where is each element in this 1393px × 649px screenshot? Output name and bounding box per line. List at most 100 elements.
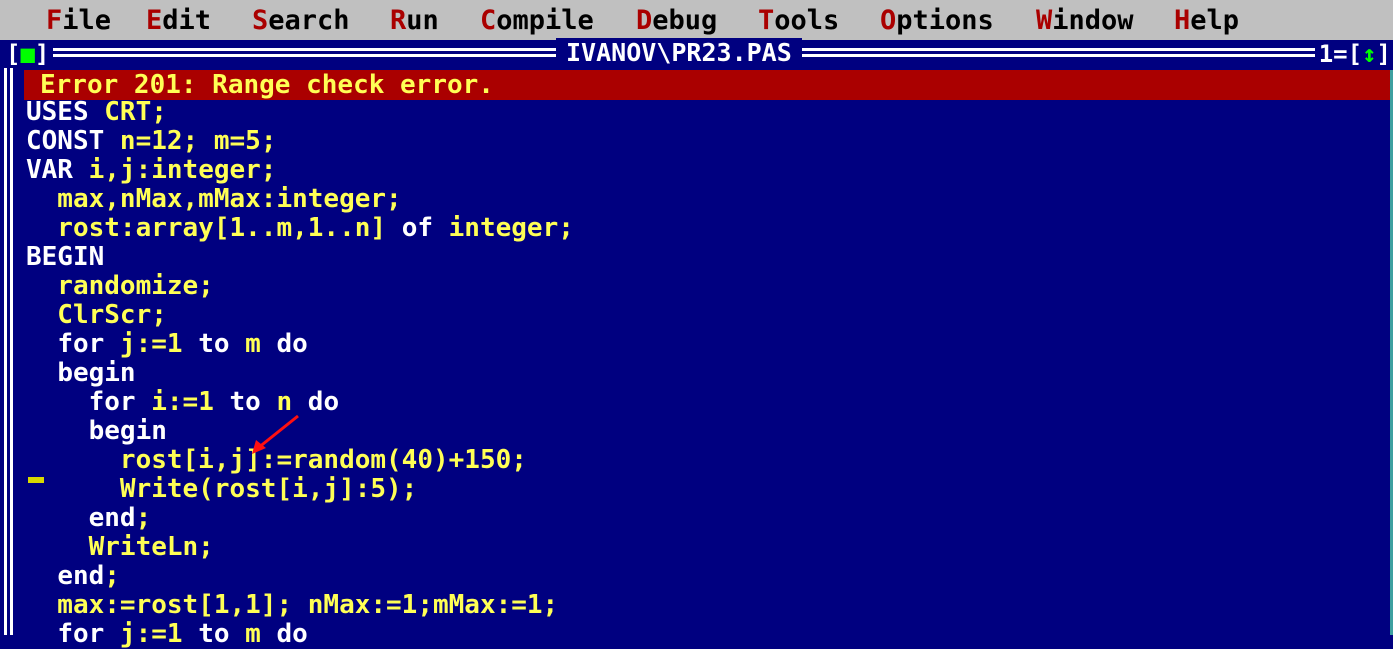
menu-run[interactable]: Run xyxy=(390,6,439,36)
code-keyword: USES xyxy=(26,97,89,127)
frame-left-border xyxy=(4,48,13,635)
code-line: randomize; xyxy=(26,272,214,301)
menu-help[interactable]: Help xyxy=(1174,6,1239,36)
close-box-icon: ■ xyxy=(20,40,35,68)
close-bracket-right: ] xyxy=(34,40,50,68)
menu-label: indow xyxy=(1052,5,1134,36)
code-line: begin xyxy=(26,358,136,388)
error-message: Error 201: Range check error. xyxy=(40,70,494,100)
code-keyword: begin xyxy=(88,416,167,446)
menu-label: elp xyxy=(1190,5,1240,36)
zoom-button[interactable]: 1=[↕] xyxy=(1314,40,1393,68)
code-keyword: CONST xyxy=(26,126,105,156)
error-message-bar: Error 201: Range check error. xyxy=(24,70,1390,100)
code-text: j:=1 xyxy=(104,329,199,359)
code-line: Write(rost[i,j]:5); xyxy=(26,475,417,504)
code-text: i:=1 xyxy=(135,387,230,417)
code-text: rost:array[1..m,1..n] xyxy=(26,213,402,243)
window-number: 1=[ xyxy=(1318,40,1363,68)
menu-label: ptions xyxy=(896,5,994,36)
code-line: WriteLn; xyxy=(26,533,214,562)
code-text: max:=rost[1,1]; nMax:=1;mMax:=1; xyxy=(26,590,559,620)
code-text: Write(rost[i,j]:5); xyxy=(26,474,418,504)
code-keyword: to xyxy=(198,619,230,649)
menu-file[interactable]: File xyxy=(46,6,111,36)
menu-window[interactable]: Window xyxy=(1036,6,1134,36)
code-text: m xyxy=(229,619,277,649)
menu-compile[interactable]: Compile xyxy=(480,6,594,36)
code-keyword: end xyxy=(57,561,105,591)
code-text: ; xyxy=(135,503,152,533)
code-keyword: begin xyxy=(57,358,136,388)
code-line: begin xyxy=(26,417,167,446)
red-pointer-arrow-icon xyxy=(252,414,299,454)
code-line: ClrScr; xyxy=(26,301,167,330)
menu-hotkey: D xyxy=(636,5,653,36)
menu-debug[interactable]: Debug xyxy=(636,6,717,36)
error-line-marker xyxy=(28,477,44,483)
menu-hotkey: C xyxy=(480,5,497,36)
code-keyword: for xyxy=(57,619,105,649)
menu-bar: File Edit Search Run Compile Debug Tools… xyxy=(0,0,1393,40)
code-keyword: VAR xyxy=(26,155,73,185)
code-line: BEGIN xyxy=(26,243,104,272)
code-keyword: end xyxy=(88,503,136,533)
code-line: end; xyxy=(26,562,120,591)
code-text: integer; xyxy=(433,213,574,243)
menu-options[interactable]: Options xyxy=(880,6,994,36)
code-line: VAR i,j:integer; xyxy=(26,156,276,185)
code-keyword: do xyxy=(276,329,308,359)
code-text: ClrScr; xyxy=(26,300,167,330)
menu-hotkey: O xyxy=(880,5,897,36)
menu-label: ools xyxy=(774,5,840,36)
code-keyword: do xyxy=(307,387,340,417)
code-text: n=12; m=5; xyxy=(104,126,277,156)
close-bracket-left: [ xyxy=(6,40,21,68)
code-text: i,j:integer; xyxy=(72,155,277,185)
close-button[interactable]: [■] xyxy=(2,40,54,68)
menu-label: ompile xyxy=(496,5,594,36)
menu-tools[interactable]: Tools xyxy=(758,6,839,36)
menu-hotkey: F xyxy=(46,5,63,36)
code-line: for j:=1 to m do xyxy=(26,329,308,359)
code-keyword: for xyxy=(88,387,136,417)
code-text: ; xyxy=(104,561,120,591)
code-keyword: BEGIN xyxy=(26,242,105,272)
menu-label: earch xyxy=(268,5,350,36)
menu-label: dit xyxy=(162,5,212,36)
menu-hotkey: S xyxy=(252,5,269,36)
code-line: USES CRT; xyxy=(26,98,167,127)
menu-label: ile xyxy=(62,5,112,36)
menu-hotkey: T xyxy=(758,5,775,36)
window-title: IVANOV\PR23.PAS xyxy=(556,38,802,70)
code-line: CONST n=12; m=5; xyxy=(26,127,276,156)
code-line: max:=rost[1,1]; nMax:=1;mMax:=1; xyxy=(26,591,558,620)
code-text: randomize; xyxy=(26,271,214,301)
code-keyword: to xyxy=(198,329,230,359)
code-line: max,nMax,mMax:integer; xyxy=(26,184,402,214)
menu-hotkey: E xyxy=(146,5,163,36)
code-text: m xyxy=(229,329,277,359)
zoom-arrows-icon: ↕ xyxy=(1362,40,1377,68)
menu-label: ebug xyxy=(652,5,718,36)
code-text: CRT; xyxy=(88,97,167,127)
code-text: j:=1 xyxy=(104,619,199,649)
code-line: rost:array[1..m,1..n] of integer; xyxy=(26,214,574,243)
menu-search[interactable]: Search xyxy=(252,6,350,36)
menu-hotkey: H xyxy=(1174,5,1191,36)
code-keyword: for xyxy=(57,329,105,359)
code-text: max,nMax,mMax:integer; xyxy=(26,184,402,214)
menu-hotkey: W xyxy=(1036,5,1053,36)
menu-edit[interactable]: Edit xyxy=(146,6,211,36)
code-line: end; xyxy=(26,503,152,533)
code-keyword: of xyxy=(401,213,433,243)
menu-hotkey: R xyxy=(390,5,407,36)
zoom-bracket-right: ] xyxy=(1376,40,1391,68)
code-text: WriteLn; xyxy=(26,532,214,562)
